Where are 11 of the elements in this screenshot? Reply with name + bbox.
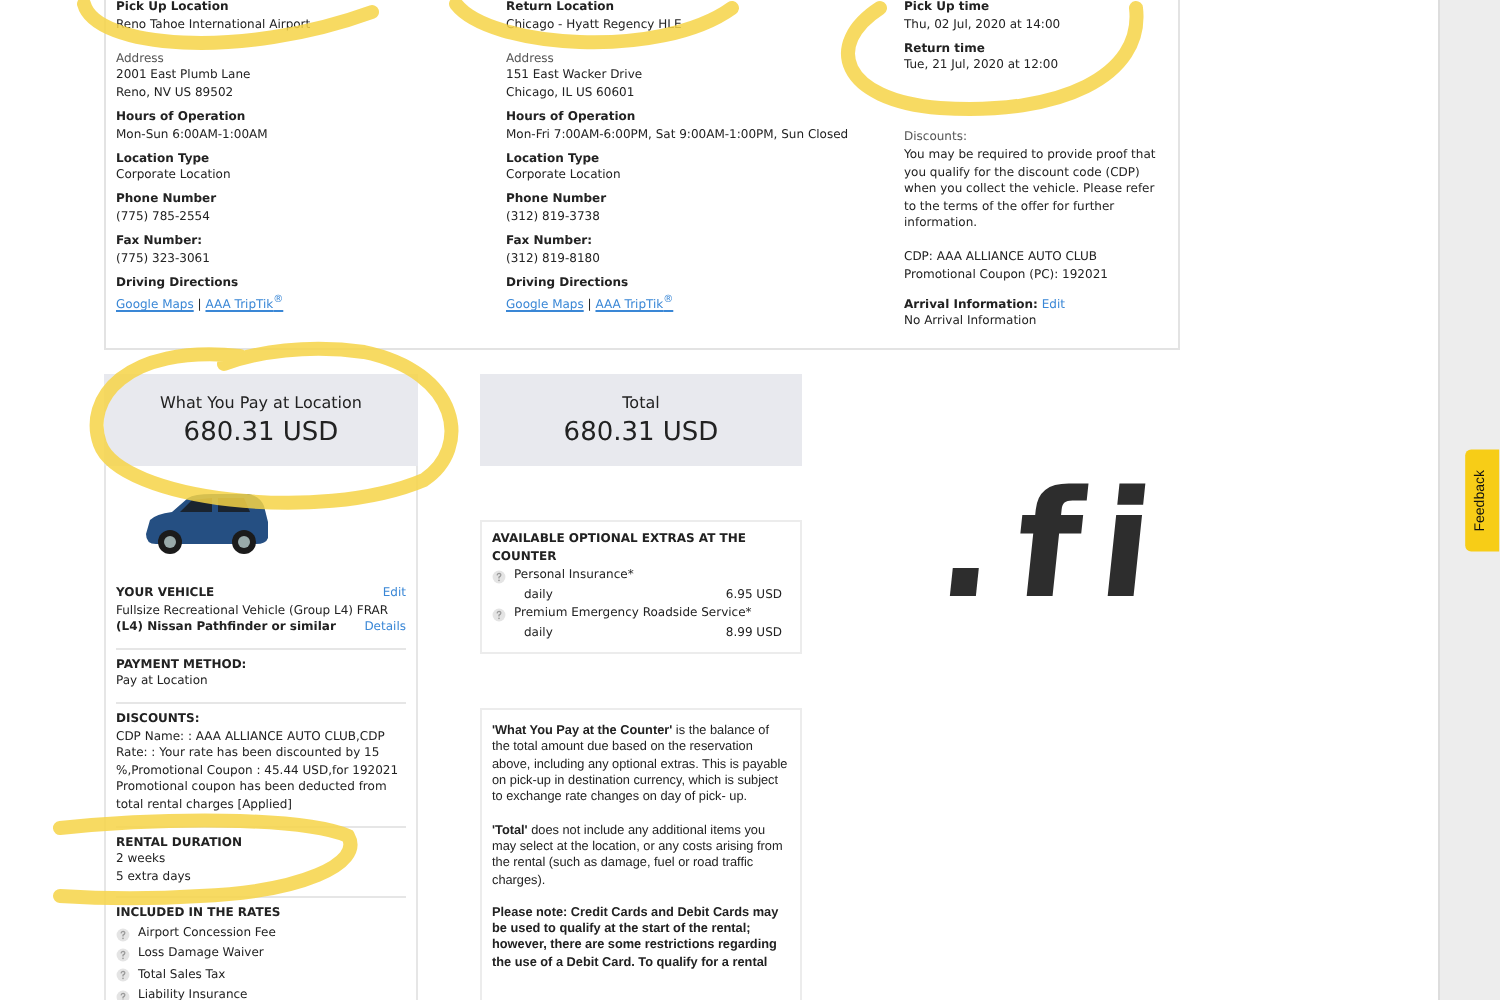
pay-amount: 680.31 USD [183, 417, 339, 447]
help-icon[interactable] [116, 968, 130, 983]
help-icon[interactable] [492, 607, 506, 622]
total-amount: 680.31 USD [563, 417, 719, 447]
help-icon[interactable] [116, 927, 130, 942]
pay-label: What You Pay at Location [160, 393, 362, 413]
help-icon[interactable] [116, 989, 130, 1000]
handwritten-annotation: .fi [931, 466, 1180, 626]
total-label: Total [622, 393, 660, 413]
help-icon[interactable] [116, 947, 130, 962]
help-icon[interactable] [492, 569, 506, 584]
